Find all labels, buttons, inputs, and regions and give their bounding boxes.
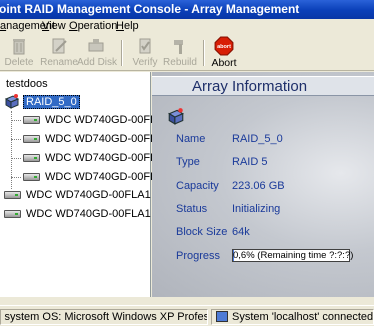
verify-icon [139,38,151,54]
hard-disk-icon [23,154,40,162]
array-info-panel: Array Information Name RAID_5_0 Type RAI… [152,72,374,297]
menu-help[interactable]: Help [116,20,139,32]
title-bar: Point RAID Management Console - Array Ma… [0,0,374,19]
delete-button[interactable]: Delete [0,36,38,69]
progress-text: 0,6% (Remaining time ?:?:?) [233,250,354,261]
tree-root-system[interactable]: testdoos [6,78,48,90]
block-size-label: Block Size [176,226,228,238]
block-size-value: 64k [232,226,250,238]
toolbar-separator [121,40,123,66]
status-connection-text: System 'localhost' connected [232,311,374,323]
progress-bar: 0,6% (Remaining time ?:?:?) [232,249,354,262]
status-os-text: l system OS: Microsoft Windows XP Profes… [1,311,208,323]
capacity-value: 223.06 GB [232,180,285,192]
abort-label: Abort [211,57,237,69]
status-value: Initializing [232,203,281,215]
status-pane-os: l system OS: Microsoft Windows XP Profes… [0,309,208,325]
add-disk-button[interactable]: Add Disk [77,36,118,69]
hard-disk-icon [23,135,40,143]
panel-header: Array Information [152,76,374,96]
status-bar: l system OS: Microsoft Windows XP Profes… [0,305,374,326]
disk-label: WDC WD740GD-00FLA1 [45,171,170,183]
disk-label: WDC WD740GD-00FLA1 [45,114,170,126]
add-disk-icon [88,39,104,52]
tree-connector [11,158,21,159]
device-tree[interactable]: testdoos RAID_5_0 WDC WD740GD-00FLA1 WDC… [0,72,170,297]
verify-button[interactable]: Verify [126,36,164,69]
abort-icon-text: abort [217,44,231,50]
hard-disk-icon [4,191,21,199]
status-label: Status [176,203,208,215]
rebuild-button[interactable]: Rebuild [161,36,199,69]
delete-icon [13,39,25,55]
menu-bar: anagement View Operation Help [0,19,374,34]
delete-label: Delete [4,57,34,68]
raid-array-icon [168,108,184,125]
disk-label: WDC WD740GD-00FLA1 [45,133,170,145]
tree-connector [11,139,21,140]
rename-button[interactable]: Rename [40,36,78,69]
abort-button[interactable]: abort Abort [205,36,243,69]
status-pane-connection: System 'localhost' connected [211,309,374,325]
verify-label: Verify [132,57,158,68]
tree-connector [11,120,21,121]
toolbar: Delete Rename Add Disk Verify Rebuild ab… [0,34,374,71]
menu-view[interactable]: View [42,20,66,32]
hard-disk-icon [4,210,21,218]
name-label: Name [176,133,206,145]
hard-disk-icon [23,116,40,124]
disk-label: WDC WD740GD-00FLA1 [26,208,151,220]
raid-array-icon [4,94,20,109]
abort-icon: abort [214,36,234,56]
type-label: Type [176,156,200,168]
disk-label: WDC WD740GD-00FLA1 [26,189,151,201]
raid-array-label[interactable]: RAID_5_0 [23,95,80,109]
panel-title: Array Information [192,78,308,95]
hard-disk-icon [23,173,40,181]
capacity-label: Capacity [176,180,219,192]
add-disk-label: Add Disk [77,57,118,68]
menu-operation[interactable]: Operation [69,20,117,32]
rename-icon [52,38,67,54]
disk-label: WDC WD740GD-00FLA1 [45,152,170,164]
type-value: RAID 5 [232,156,268,168]
progress-label: Progress [176,250,221,262]
rename-label: Rename [40,57,78,68]
tree-connector [11,177,21,178]
name-value: RAID_5_0 [232,133,283,145]
rebuild-label: Rebuild [163,57,197,68]
computer-icon [216,311,228,322]
window-title: Point RAID Management Console - Array Ma… [0,2,300,16]
rebuild-icon [174,40,183,54]
